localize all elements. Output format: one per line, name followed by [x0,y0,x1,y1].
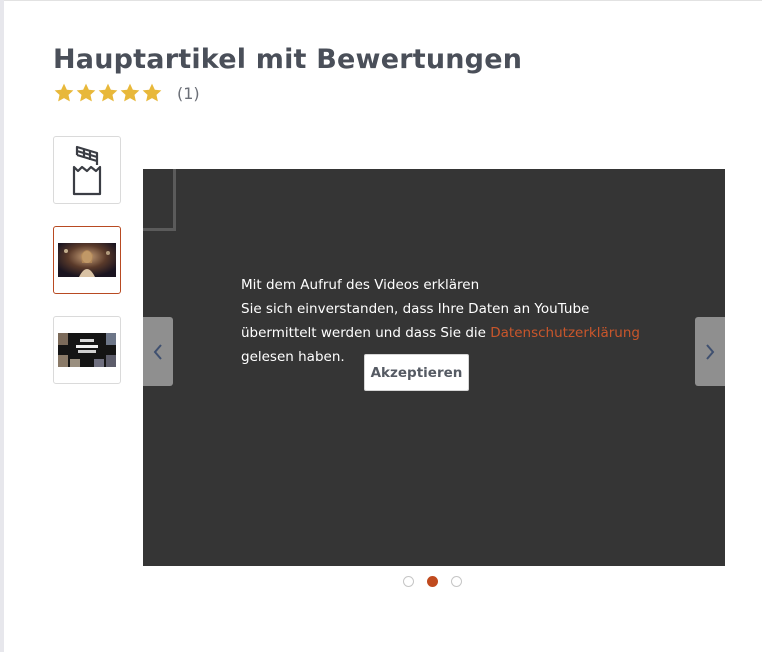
consent-line-3: übermittelt werden und dass Sie die Date… [241,321,661,345]
star-icon [120,83,140,102]
star-icon [54,83,74,102]
video-thumbnail-1 [58,243,116,277]
consent-line-3-text: übermittelt werden und dass Sie die [241,325,491,341]
thumbnail-chocolate[interactable] [53,136,121,204]
pagination-dot-active[interactable] [427,576,438,587]
top-border [0,0,762,1]
rating-count[interactable]: (1) [177,84,200,103]
privacy-policy-link[interactable]: Datenschutzerklärung [490,325,640,341]
chevron-left-icon [153,343,162,360]
pagination-dot[interactable] [451,576,462,587]
accept-button[interactable]: Akzeptieren [364,354,469,391]
left-border [0,0,4,652]
chocolate-bar-icon [72,145,102,196]
thumbnail-video-1[interactable] [53,226,121,294]
chevron-right-icon [706,343,715,360]
next-slide-button[interactable] [695,317,725,386]
video-thumbnail-2 [58,333,116,367]
previous-slide-button[interactable] [143,317,173,386]
video-player[interactable]: Mit dem Aufruf des Videos erklären Sie s… [143,169,725,566]
consent-line-2: Sie sich einverstanden, dass Ihre Daten … [241,301,590,317]
product-title: Hauptartikel mit Bewertungen [53,44,523,75]
frame-decoration [143,169,176,231]
star-icon [142,83,162,102]
slide-pagination [403,576,462,587]
product-rating[interactable]: (1) [53,82,200,104]
pagination-dot[interactable] [403,576,414,587]
thumbnail-video-2[interactable] [53,316,121,384]
star-icon [98,83,118,102]
consent-line-1: Mit dem Aufruf des Videos erklären [241,277,480,293]
star-icon [76,83,96,102]
